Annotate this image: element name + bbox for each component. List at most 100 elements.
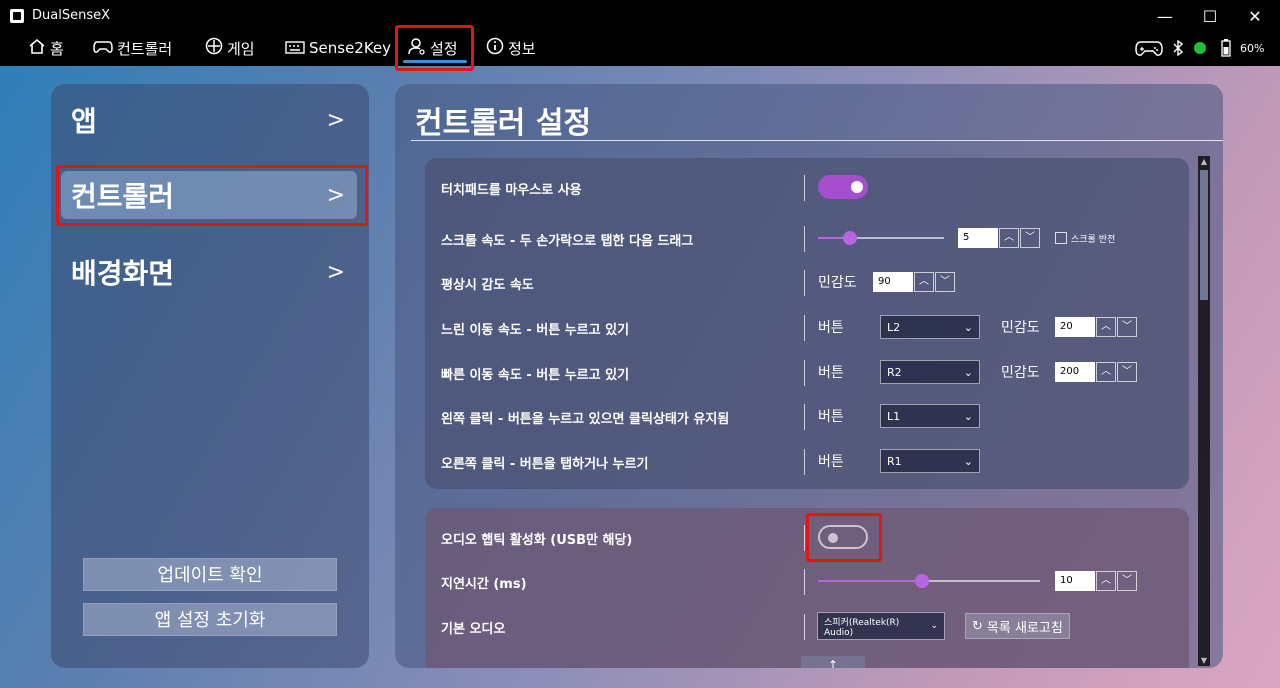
increment-button[interactable]: ︿	[1096, 362, 1116, 382]
slow-move-button-select[interactable]: L2 ⌄	[880, 315, 980, 339]
right-click-row: 오른쪽 클릭 - 버튼을 탭하거나 누르기 버튼 R1 ⌄	[425, 443, 1189, 479]
scrollbar-thumb[interactable]	[1200, 170, 1208, 300]
latency-stepper[interactable]: 10 ︿ ﹀	[1055, 571, 1137, 591]
home-icon	[28, 38, 46, 58]
button-label: 버튼	[818, 320, 844, 336]
checkbox-icon	[1055, 232, 1067, 244]
increment-button[interactable]: ︿	[999, 228, 1019, 248]
decrement-button[interactable]: ﹀	[1020, 228, 1040, 248]
scroll-invert-checkbox[interactable]: 스크롤 반전	[1055, 220, 1115, 256]
title-bar: DualSenseX — ☐ ✕	[0, 0, 1280, 33]
increment-button[interactable]: ︿	[914, 272, 934, 292]
scroll-up-arrow-icon[interactable]: ▲	[1198, 157, 1210, 166]
page-title: 컨트롤러 설정	[415, 106, 592, 141]
latency-value[interactable]: 10	[1055, 571, 1095, 591]
scroll-speed-row: 스크롤 속도 - 두 손가락으로 탭한 다음 드래그 5 ︿ ﹀ 스크롤 반전	[425, 220, 1189, 256]
chevron-down-icon: ⌄	[963, 320, 973, 334]
scroll-speed-slider[interactable]	[818, 230, 944, 246]
nav-home[interactable]: 홈	[28, 33, 64, 63]
button-label: 버튼	[818, 365, 844, 381]
increment-button[interactable]: ︿	[1096, 317, 1116, 337]
fast-move-sensitivity-value[interactable]: 200	[1055, 362, 1095, 382]
sidebar-item-app[interactable]: 앱 >	[61, 96, 357, 144]
highlight-audio-haptics-toggle	[806, 513, 882, 562]
decrement-button[interactable]: ﹀	[1117, 571, 1137, 591]
divider	[804, 360, 805, 386]
touchpad-settings-card: 터치패드를 마우스로 사용 스크롤 속도 - 두 손가락으로 탭한 다음 드래그…	[425, 158, 1189, 489]
controller-status-icon	[1135, 33, 1163, 63]
left-click-label: 왼쪽 클릭 - 버튼을 누르고 있으면 클릭상태가 유지됨	[441, 412, 730, 427]
scroll-to-top-button[interactable]: ↑	[801, 656, 865, 668]
nav-controller-label: 컨트롤러	[117, 39, 173, 58]
divider	[804, 569, 805, 595]
gamepad-icon	[93, 39, 113, 58]
top-nav: 홈 컨트롤러 게임 Sense2Key 설정 정보 60%	[0, 33, 1280, 66]
connection-status-icon	[1194, 33, 1206, 63]
decrement-button[interactable]: ﹀	[935, 272, 955, 292]
right-click-button-select[interactable]: R1 ⌄	[880, 449, 980, 473]
decrement-button[interactable]: ﹀	[1117, 362, 1137, 382]
latency-label: 지연시간 (ms)	[441, 577, 527, 592]
slow-move-sensitivity-stepper[interactable]: 20 ︿ ﹀	[1055, 317, 1137, 337]
arrow-up-icon: ↑	[827, 658, 839, 668]
left-click-button-select[interactable]: L1 ⌄	[880, 404, 980, 428]
fast-move-label: 빠른 이동 속도 - 버튼 누르고 있기	[441, 368, 630, 383]
normal-sensitivity-value[interactable]: 90	[873, 272, 913, 292]
select-value: R2	[887, 365, 902, 379]
fast-move-sensitivity-stepper[interactable]: 200 ︿ ﹀	[1055, 362, 1137, 382]
scroll-invert-label: 스크롤 반전	[1071, 234, 1116, 245]
default-audio-select[interactable]: 스피커(Realtek(R) Audio) ⌄	[817, 612, 945, 640]
touchpad-mouse-toggle[interactable]	[818, 175, 868, 199]
divider	[804, 315, 805, 341]
sensitivity-label: 민감도	[1001, 365, 1040, 381]
app-logo-icon	[10, 9, 24, 23]
touchpad-mouse-label: 터치패드를 마우스로 사용	[441, 183, 582, 198]
sidebar-item-wallpaper[interactable]: 배경화면 >	[61, 248, 357, 296]
decrement-button[interactable]: ﹀	[1117, 317, 1137, 337]
sidebar-item-label: 앱	[71, 105, 97, 138]
chevron-down-icon: ⌄	[930, 621, 938, 631]
normal-sensitivity-row: 평상시 감도 속도 민감도 90 ︿ ﹀	[425, 264, 1189, 300]
maximize-button[interactable]: ☐	[1192, 4, 1228, 30]
default-audio-label: 기본 오디오	[441, 622, 506, 637]
normal-sensitivity-stepper[interactable]: 90 ︿ ﹀	[873, 272, 955, 292]
title-divider	[411, 140, 1223, 141]
divider	[804, 404, 805, 430]
latency-row: 지연시간 (ms) 10 ︿ ﹀	[425, 563, 1189, 599]
controller-settings-panel: 컨트롤러 설정 터치패드를 마우스로 사용 스크롤 속도 - 두 손가락으로 탭…	[395, 84, 1223, 668]
vertical-scrollbar[interactable]: ▲ ▼	[1198, 156, 1210, 666]
refresh-list-button[interactable]: ↻ 목록 새로고침	[965, 613, 1070, 639]
scroll-speed-value[interactable]: 5	[958, 228, 998, 248]
check-update-button[interactable]: 업데이트 확인	[83, 558, 337, 591]
info-icon	[486, 37, 504, 59]
slow-move-sensitivity-value[interactable]: 20	[1055, 317, 1095, 337]
scroll-down-arrow-icon[interactable]: ▼	[1198, 656, 1210, 665]
minimize-button[interactable]: —	[1147, 4, 1183, 30]
highlight-settings-tab	[395, 25, 474, 71]
bluetooth-icon	[1173, 33, 1183, 63]
nav-games-label: 게임	[227, 39, 255, 58]
close-button[interactable]: ✕	[1237, 4, 1273, 30]
normal-sensitivity-label: 평상시 감도 속도	[441, 278, 534, 293]
select-value: 스피커(Realtek(R) Audio)	[824, 617, 900, 638]
nav-controller[interactable]: 컨트롤러	[93, 33, 172, 63]
latency-slider[interactable]	[818, 573, 1040, 589]
scroll-speed-label: 스크롤 속도 - 두 손가락으로 탭한 다음 드래그	[441, 234, 694, 249]
fast-move-button-select[interactable]: R2 ⌄	[880, 360, 980, 384]
divider	[804, 449, 805, 475]
nav-sense2key[interactable]: Sense2Key	[285, 33, 391, 63]
nav-info[interactable]: 정보	[486, 33, 536, 63]
app-title: DualSenseX	[32, 8, 110, 23]
chevron-down-icon: ⌄	[963, 409, 973, 423]
select-value: L2	[887, 320, 901, 334]
reset-settings-button[interactable]: 앱 설정 초기화	[83, 603, 337, 636]
fast-move-row: 빠른 이동 속도 - 버튼 누르고 있기 버튼 R2 ⌄ 민감도 200 ︿ ﹀	[425, 354, 1189, 390]
nav-games[interactable]: 게임	[205, 33, 255, 63]
select-value: L1	[887, 409, 901, 423]
increment-button[interactable]: ︿	[1096, 571, 1116, 591]
right-click-label: 오른쪽 클릭 - 버튼을 탭하거나 누르기	[441, 457, 649, 472]
refresh-list-label: 목록 새로고침	[986, 620, 1063, 636]
nav-home-label: 홈	[50, 39, 64, 58]
scroll-speed-stepper[interactable]: 5 ︿ ﹀	[958, 228, 1040, 248]
default-audio-row: 기본 오디오 스피커(Realtek(R) Audio) ⌄ ↻ 목록 새로고침	[425, 608, 1189, 644]
